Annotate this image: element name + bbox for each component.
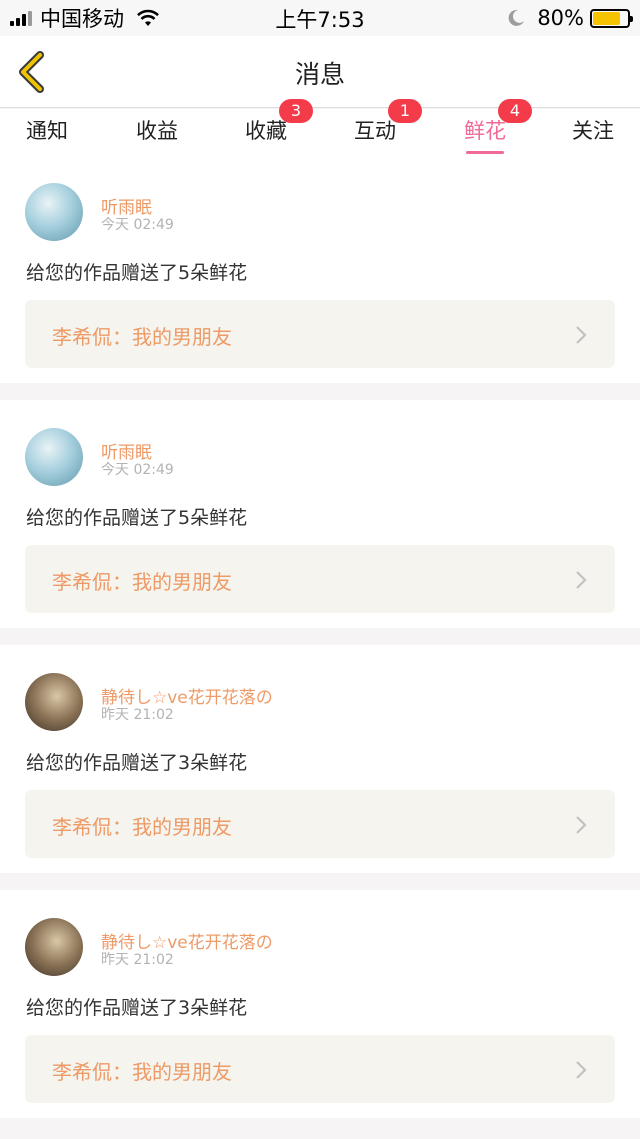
tab-label: 互动 — [354, 119, 396, 143]
battery-icon — [590, 8, 633, 28]
work-title: 李希侃：我的男朋友 — [52, 1060, 232, 1084]
battery-percent: 80% — [537, 6, 584, 30]
work-title: 李希侃：我的男朋友 — [52, 570, 232, 594]
chevron-right-icon — [576, 1061, 587, 1079]
work-link[interactable]: 李希侃：我的男朋友 — [25, 545, 615, 613]
unread-badge: 4 — [498, 99, 532, 123]
battery-fill — [593, 11, 621, 25]
tab-earnings[interactable]: 收益 — [136, 115, 178, 151]
tab-label: 通知 — [26, 119, 68, 143]
message-text: 给您的作品赠送了3朵鲜花 — [26, 997, 248, 1019]
avatar[interactable] — [25, 183, 83, 241]
message-text: 给您的作品赠送了3朵鲜花 — [26, 752, 248, 774]
moon-icon — [508, 9, 525, 26]
screen: 中国移动 上午7:53 80% 消息 通知 收益 收藏 3 互动 1 鲜花 4 … — [0, 0, 640, 1139]
tab-label: 收藏 — [245, 119, 287, 143]
chevron-right-icon — [576, 816, 587, 834]
timestamp: 今天 02:49 — [101, 462, 174, 478]
tab-bar: 通知 收益 收藏 3 互动 1 鲜花 4 关注 — [0, 99, 640, 155]
tab-label: 关注 — [572, 119, 614, 143]
tab-label: 收益 — [136, 119, 178, 143]
avatar[interactable] — [25, 428, 83, 486]
timestamp: 昨天 21:02 — [101, 707, 174, 723]
message-card: 听雨眠 今天 02:49 给您的作品赠送了5朵鲜花 李希侃：我的男朋友 — [0, 155, 640, 383]
status-right: 80% — [507, 0, 633, 36]
message-card: 静待し☆ve花开花落の 昨天 21:02 给您的作品赠送了3朵鲜花 李希侃：我的… — [0, 645, 640, 873]
unread-badge: 3 — [279, 99, 313, 123]
tab-flowers[interactable]: 鲜花 4 — [464, 99, 532, 154]
status-bar: 中国移动 上午7:53 80% — [0, 0, 640, 36]
message-text: 给您的作品赠送了5朵鲜花 — [26, 262, 248, 284]
work-title: 李希侃：我的男朋友 — [52, 325, 232, 349]
avatar[interactable] — [25, 918, 83, 976]
timestamp: 昨天 21:02 — [101, 952, 174, 968]
active-tab-indicator — [466, 151, 504, 154]
unread-badge: 1 — [388, 99, 422, 123]
tab-interactions[interactable]: 互动 1 — [354, 99, 422, 151]
tab-following[interactable]: 关注 — [572, 115, 614, 151]
nav-bar: 消息 — [0, 36, 640, 108]
work-title: 李希侃：我的男朋友 — [52, 815, 232, 839]
work-link[interactable]: 李希侃：我的男朋友 — [25, 300, 615, 368]
chevron-right-icon — [576, 571, 587, 589]
tab-label: 鲜花 — [464, 119, 506, 143]
chevron-right-icon — [576, 326, 587, 344]
work-link[interactable]: 李希侃：我的男朋友 — [25, 790, 615, 858]
message-text: 给您的作品赠送了5朵鲜花 — [26, 507, 248, 529]
tab-notifications[interactable]: 通知 — [26, 115, 68, 151]
message-card: 听雨眠 今天 02:49 给您的作品赠送了5朵鲜花 李希侃：我的男朋友 — [0, 400, 640, 628]
page-title: 消息 — [294, 60, 345, 89]
timestamp: 今天 02:49 — [101, 217, 174, 233]
avatar[interactable] — [25, 673, 83, 731]
work-link[interactable]: 李希侃：我的男朋友 — [25, 1035, 615, 1103]
message-card: 静待し☆ve花开花落の 昨天 21:02 给您的作品赠送了3朵鲜花 李希侃：我的… — [0, 890, 640, 1118]
tab-favorites[interactable]: 收藏 3 — [245, 99, 313, 151]
